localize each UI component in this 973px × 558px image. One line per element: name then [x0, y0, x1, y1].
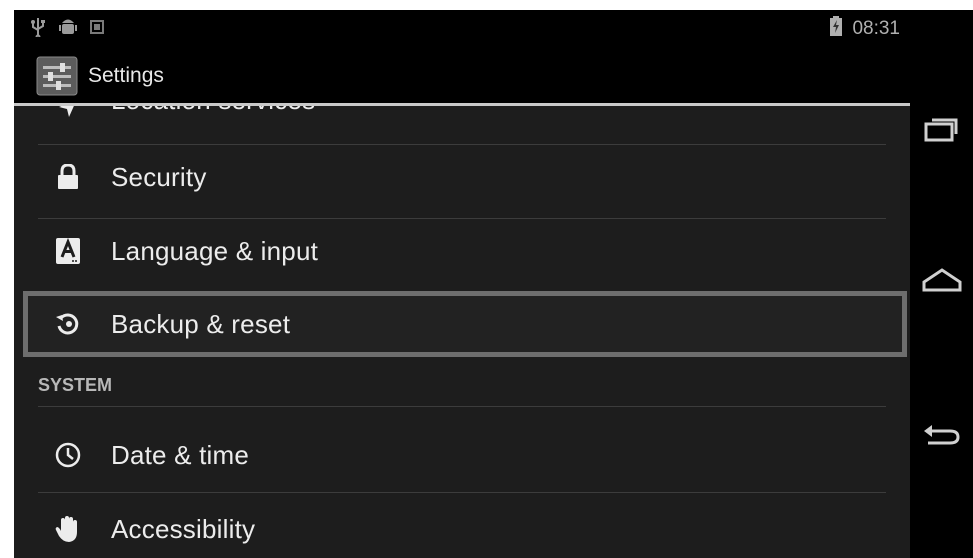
clock-time: 08:31 [852, 18, 900, 39]
action-bar-title: Settings [88, 64, 164, 87]
list-item-label: Date & time [111, 439, 250, 470]
navigation-bar [910, 10, 973, 558]
battery-icon [830, 16, 843, 42]
list-item-label: Language & input [111, 235, 319, 266]
section-header-system: SYSTEM [38, 374, 113, 395]
list-divider [38, 492, 886, 493]
list-item-date-time[interactable]: Date & time [38, 418, 886, 492]
location-icon [55, 106, 81, 121]
device-screen: 08:31 Settings Location service [14, 10, 973, 558]
clock-icon [55, 442, 81, 468]
list-item-label: Accessibility [111, 513, 256, 544]
home-icon[interactable] [920, 260, 964, 300]
list-item-location-services[interactable]: Location services [38, 106, 886, 128]
section-divider [38, 406, 886, 407]
hand-icon [55, 516, 81, 542]
lock-icon [55, 164, 81, 190]
status-bar: 08:31 [14, 10, 910, 48]
notification-icon [90, 19, 104, 39]
android-debug-icon [58, 17, 78, 42]
list-item-language-input[interactable]: Language & input [38, 214, 886, 288]
back-icon[interactable] [920, 415, 964, 455]
usb-icon [30, 17, 46, 42]
settings-list[interactable]: Location services Security [14, 106, 910, 558]
backup-restore-icon [55, 311, 81, 337]
list-item-label: Backup & reset [111, 308, 291, 339]
list-item-accessibility[interactable]: Accessibility [38, 494, 886, 558]
settings-app-icon[interactable] [36, 56, 78, 96]
action-bar: Settings [14, 50, 910, 102]
list-item-backup-reset[interactable]: Backup & reset [23, 291, 907, 357]
list-item-label: Security [111, 161, 207, 192]
list-item-security[interactable]: Security [38, 140, 886, 214]
list-item-label: Location services [111, 106, 315, 116]
language-icon [55, 238, 81, 264]
recent-apps-icon[interactable] [920, 110, 964, 150]
